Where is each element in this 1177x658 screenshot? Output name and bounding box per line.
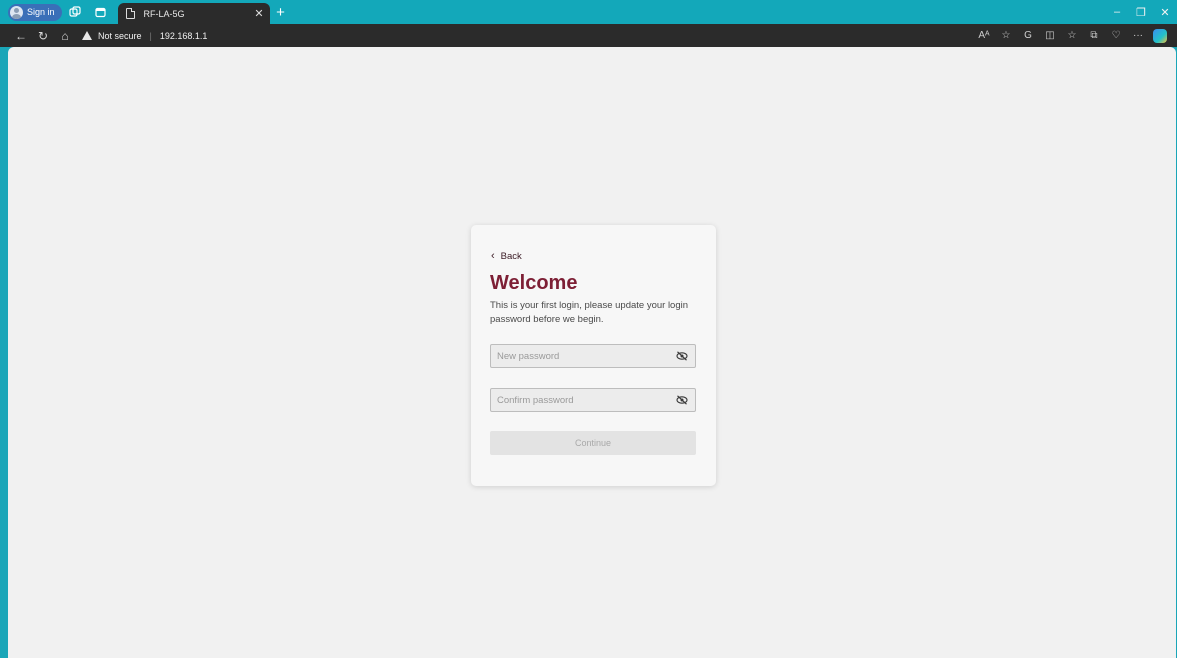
confirm-password-input[interactable] (497, 394, 675, 406)
split-screen-icon[interactable]: ◫ (1039, 30, 1061, 41)
profile-label: Sign in (27, 7, 55, 17)
minimize-icon[interactable]: – (1105, 6, 1129, 18)
avatar-icon (10, 5, 23, 19)
browser-window: Sign in RF-LA-5G ✕ + – ❐ ✕ ← ↻ ⌂ Not sec… (0, 0, 1177, 658)
copilot-icon[interactable] (1153, 28, 1167, 43)
close-window-icon[interactable]: ✕ (1153, 6, 1177, 19)
favorites-icon[interactable]: ☆ (1061, 30, 1083, 41)
new-tab-button[interactable]: + (270, 1, 292, 23)
read-aloud-icon[interactable]: Aᴬ (973, 30, 995, 41)
close-tab-icon[interactable]: ✕ (254, 7, 263, 20)
intro-text: This is your first login, please update … (490, 300, 689, 325)
more-menu-icon[interactable]: ··· (1127, 30, 1149, 41)
tab-strip: Sign in RF-LA-5G ✕ + – ❐ ✕ (0, 0, 1177, 24)
eye-off-icon[interactable] (675, 350, 689, 362)
window-controls: – ❐ ✕ (1105, 0, 1177, 24)
new-password-field[interactable] (490, 344, 696, 368)
toolbar-icons: Aᴬ ☆ G ◫ ☆ ⧉ ♡ ··· (973, 24, 1149, 47)
back-label: Back (500, 250, 522, 262)
address-toolbar: ← ↻ ⌂ Not secure | 192.168.1.1 Aᴬ ☆ G ◫ … (0, 24, 1177, 47)
restore-icon[interactable]: ❐ (1129, 6, 1153, 19)
back-arrow-icon[interactable]: ← (10, 24, 32, 47)
profile-button[interactable]: Sign in (8, 3, 62, 21)
tab-actions-icon[interactable] (88, 0, 114, 24)
page-viewport: ‹ Back Welcome This is your first login,… (8, 47, 1176, 658)
login-card: ‹ Back Welcome This is your first login,… (471, 225, 716, 486)
address-bar[interactable]: Not secure | 192.168.1.1 (82, 24, 207, 47)
confirm-password-field[interactable] (490, 388, 696, 412)
refresh-icon[interactable]: ↻ (32, 24, 54, 47)
page-icon (125, 8, 135, 19)
url-text: 192.168.1.1 (159, 30, 208, 41)
continue-button[interactable]: Continue (490, 431, 696, 455)
chevron-left-icon: ‹ (491, 250, 495, 262)
workspaces-icon[interactable] (62, 0, 88, 24)
performance-icon[interactable]: ♡ (1105, 30, 1127, 41)
new-password-input[interactable] (497, 350, 675, 362)
tab-active[interactable]: RF-LA-5G ✕ (117, 3, 270, 24)
eye-off-icon[interactable] (675, 394, 689, 406)
tab-title: RF-LA-5G (143, 8, 185, 19)
page-title: Welcome (490, 272, 578, 294)
favorite-star-icon[interactable]: ☆ (995, 30, 1017, 41)
address-divider: | (149, 30, 152, 41)
home-icon[interactable]: ⌂ (54, 24, 76, 47)
extension-g-icon[interactable]: G (1017, 30, 1039, 41)
warning-icon (82, 31, 92, 40)
back-link[interactable]: ‹ Back (491, 250, 522, 262)
security-label: Not secure (98, 30, 142, 41)
collections-icon[interactable]: ⧉ (1083, 30, 1105, 41)
